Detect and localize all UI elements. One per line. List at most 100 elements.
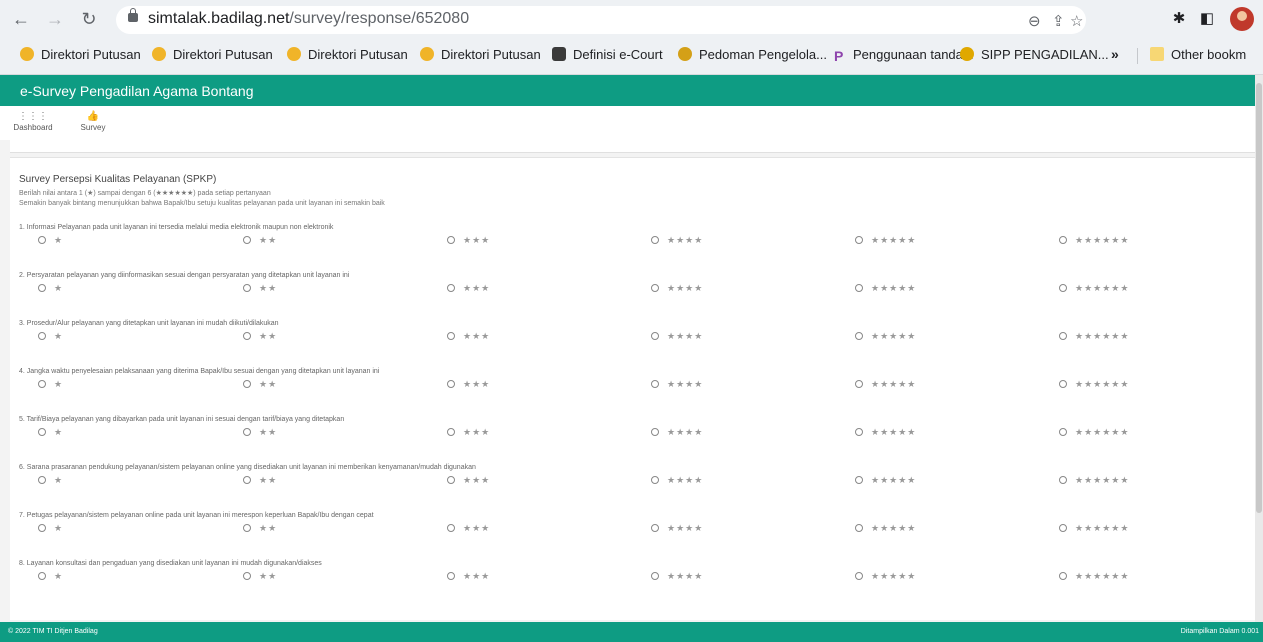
radio-button[interactable]: [1059, 380, 1067, 388]
rating-option[interactable]: ★★★★★: [855, 427, 916, 438]
radio-button[interactable]: [243, 572, 251, 580]
bookmark-item[interactable]: Definisi e-Court: [552, 47, 663, 62]
radio-button[interactable]: [1059, 284, 1067, 292]
rating-option[interactable]: ★★★: [447, 427, 490, 438]
zoom-icon[interactable]: ⊖: [1028, 12, 1041, 30]
radio-button[interactable]: [855, 284, 863, 292]
rating-option[interactable]: ★★★★★: [855, 235, 916, 246]
bookmark-item[interactable]: P Penggunaan tanda...: [834, 47, 974, 64]
rating-option[interactable]: ★★★: [447, 235, 490, 246]
rating-option[interactable]: ★★★★★★: [1059, 475, 1129, 486]
rating-option[interactable]: ★★: [243, 283, 277, 294]
radio-button[interactable]: [243, 380, 251, 388]
radio-button[interactable]: [447, 236, 455, 244]
rating-option[interactable]: ★★★: [447, 571, 490, 582]
rating-option[interactable]: ★★★★: [651, 283, 703, 294]
radio-button[interactable]: [651, 284, 659, 292]
side-panel-icon[interactable]: ◧: [1198, 9, 1216, 27]
bookmark-item[interactable]: Direktori Putusan: [287, 47, 408, 62]
radio-button[interactable]: [651, 332, 659, 340]
reload-icon[interactable]: ↻: [78, 8, 100, 30]
radio-button[interactable]: [855, 476, 863, 484]
rating-option[interactable]: ★★★★★: [855, 571, 916, 582]
bookmark-item[interactable]: SIPP PENGADILAN...: [960, 47, 1109, 62]
radio-button[interactable]: [855, 524, 863, 532]
radio-button[interactable]: [243, 428, 251, 436]
radio-button[interactable]: [447, 428, 455, 436]
radio-button[interactable]: [1059, 524, 1067, 532]
menu-dashboard[interactable]: ⋮⋮⋮ Dashboard: [12, 110, 54, 132]
radio-button[interactable]: [651, 236, 659, 244]
rating-option[interactable]: ★★★: [447, 475, 490, 486]
rating-option[interactable]: ★: [38, 523, 63, 534]
radio-button[interactable]: [243, 524, 251, 532]
rating-option[interactable]: ★★★★★★: [1059, 427, 1129, 438]
radio-button[interactable]: [38, 476, 46, 484]
radio-button[interactable]: [651, 572, 659, 580]
rating-option[interactable]: ★★: [243, 523, 277, 534]
rating-option[interactable]: ★: [38, 475, 63, 486]
rating-option[interactable]: ★★★★★★: [1059, 331, 1129, 342]
rating-option[interactable]: ★: [38, 427, 63, 438]
bookmark-item[interactable]: Direktori Putusan: [420, 47, 541, 62]
radio-button[interactable]: [447, 332, 455, 340]
radio-button[interactable]: [38, 284, 46, 292]
back-arrow-icon[interactable]: ←: [10, 8, 32, 30]
rating-option[interactable]: ★★: [243, 475, 277, 486]
rating-option[interactable]: ★★★★★★: [1059, 571, 1129, 582]
radio-button[interactable]: [243, 476, 251, 484]
radio-button[interactable]: [1059, 476, 1067, 484]
radio-button[interactable]: [1059, 572, 1067, 580]
menu-survey[interactable]: 👍 Survey: [78, 110, 108, 132]
other-bookmarks-folder[interactable]: Other bookm: [1150, 47, 1246, 62]
radio-button[interactable]: [447, 380, 455, 388]
rating-option[interactable]: ★★★★★: [855, 331, 916, 342]
share-icon[interactable]: ⇪: [1052, 12, 1065, 30]
rating-option[interactable]: ★★: [243, 379, 277, 390]
rating-option[interactable]: ★★★: [447, 331, 490, 342]
rating-option[interactable]: ★★★★: [651, 331, 703, 342]
more-bookmarks-chevron[interactable]: »: [1111, 46, 1119, 62]
rating-option[interactable]: ★: [38, 331, 63, 342]
rating-option[interactable]: ★★★: [447, 379, 490, 390]
radio-button[interactable]: [651, 476, 659, 484]
radio-button[interactable]: [38, 236, 46, 244]
radio-button[interactable]: [38, 524, 46, 532]
bookmark-item[interactable]: Direktori Putusan: [20, 47, 141, 62]
radio-button[interactable]: [447, 572, 455, 580]
radio-button[interactable]: [243, 284, 251, 292]
radio-button[interactable]: [447, 524, 455, 532]
rating-option[interactable]: ★★★★: [651, 379, 703, 390]
radio-button[interactable]: [38, 428, 46, 436]
rating-option[interactable]: ★★: [243, 235, 277, 246]
radio-button[interactable]: [651, 380, 659, 388]
rating-option[interactable]: ★★★★: [651, 427, 703, 438]
radio-button[interactable]: [855, 428, 863, 436]
address-bar[interactable]: simtalak.badilag.net/survey/response/652…: [116, 6, 1086, 34]
radio-button[interactable]: [651, 428, 659, 436]
rating-option[interactable]: ★★★★: [651, 571, 703, 582]
radio-button[interactable]: [1059, 236, 1067, 244]
page-scrollbar[interactable]: [1255, 75, 1263, 642]
rating-option[interactable]: ★★★★★: [855, 523, 916, 534]
radio-button[interactable]: [38, 332, 46, 340]
radio-button[interactable]: [855, 332, 863, 340]
rating-option[interactable]: ★★★★★★: [1059, 283, 1129, 294]
scrollbar-thumb[interactable]: [1256, 83, 1262, 513]
bookmark-item[interactable]: Direktori Putusan: [152, 47, 273, 62]
radio-button[interactable]: [855, 380, 863, 388]
radio-button[interactable]: [855, 236, 863, 244]
rating-option[interactable]: ★★★★★★: [1059, 379, 1129, 390]
rating-option[interactable]: ★★★★: [651, 475, 703, 486]
forward-arrow-icon[interactable]: →: [44, 8, 66, 30]
rating-option[interactable]: ★★★: [447, 523, 490, 534]
rating-option[interactable]: ★: [38, 235, 63, 246]
radio-button[interactable]: [1059, 428, 1067, 436]
rating-option[interactable]: ★★★: [447, 283, 490, 294]
rating-option[interactable]: ★★: [243, 427, 277, 438]
radio-button[interactable]: [855, 572, 863, 580]
rating-option[interactable]: ★★★★: [651, 523, 703, 534]
radio-button[interactable]: [38, 572, 46, 580]
rating-option[interactable]: ★★★★: [651, 235, 703, 246]
radio-button[interactable]: [651, 524, 659, 532]
